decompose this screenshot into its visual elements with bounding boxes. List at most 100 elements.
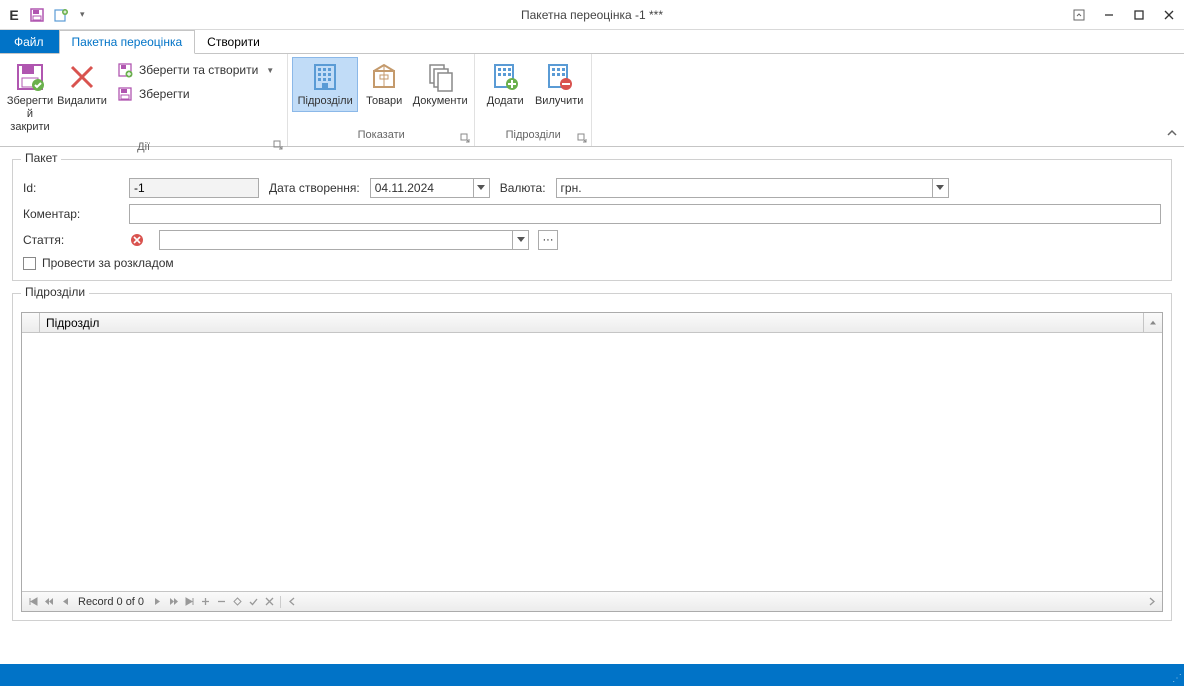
app-icon: E: [6, 7, 22, 23]
window-controls: [1064, 0, 1184, 30]
grid-scroll-header: [1144, 313, 1162, 332]
ribbon-collapse-button[interactable]: [1166, 127, 1178, 142]
qa-save-icon[interactable]: [28, 6, 46, 24]
ribbon-group-units: Додати Вилучити Підрозділи: [475, 54, 592, 146]
delete-label: Видалити: [57, 95, 107, 108]
packet-fieldset: Пакет Id: Дата створення: 04.11.2024 Вал…: [12, 159, 1172, 281]
units-legend: Підрозділи: [21, 285, 89, 299]
grid-header: Підрозділ: [22, 313, 1162, 333]
goods-button[interactable]: Товари: [358, 57, 410, 112]
nav-last-button[interactable]: [182, 595, 196, 609]
add-unit-label: Додати: [487, 95, 524, 108]
id-field[interactable]: [129, 178, 259, 198]
ribbon-group-actions: Зберегти й закрити Видалити Зберегти та …: [0, 54, 288, 146]
goods-label: Товари: [366, 95, 402, 108]
ribbon-tabs: Файл Пакетна переоцінка Створити: [0, 30, 1184, 54]
nav-prev-page-button[interactable]: [42, 595, 56, 609]
tab-file[interactable]: Файл: [0, 30, 59, 53]
units-label: Підрозділи: [298, 95, 353, 108]
status-bar: ⋰: [0, 664, 1184, 686]
currency-field[interactable]: грн.: [556, 178, 949, 198]
save-create-button[interactable]: Зберегти та створити ▼: [110, 59, 281, 81]
units-grid: Підрозділ Record 0 of 0: [21, 312, 1163, 612]
tab-create[interactable]: Створити: [195, 30, 273, 53]
nav-add-button[interactable]: [198, 595, 212, 609]
building-icon: [309, 61, 341, 93]
record-indicator: Record 0 of 0: [78, 596, 144, 608]
clear-article-icon[interactable]: [129, 232, 145, 248]
save-create-icon: [117, 62, 133, 78]
group-units-label: Підрозділи: [475, 129, 591, 146]
content-area: Пакет Id: Дата створення: 04.11.2024 Вал…: [0, 147, 1184, 625]
nav-next-page-button[interactable]: [166, 595, 180, 609]
documents-label: Документи: [413, 95, 468, 108]
remove-unit-button[interactable]: Вилучити: [531, 57, 587, 112]
save-label: Зберегти: [139, 87, 190, 101]
titlebar: E ▾ Пакетна переоцінка -1 ***: [0, 0, 1184, 30]
date-value: 04.11.2024: [371, 181, 473, 195]
minimize-button[interactable]: [1094, 0, 1124, 30]
tab-batch-revaluation[interactable]: Пакетна переоцінка: [59, 30, 196, 54]
schedule-checkbox[interactable]: [23, 257, 36, 270]
article-label: Стаття:: [23, 233, 119, 247]
documents-button[interactable]: Документи: [410, 57, 470, 112]
window-title: Пакетна переоцінка -1 ***: [521, 8, 663, 22]
group-units-launcher[interactable]: [576, 133, 588, 145]
article-dropdown-arrow[interactable]: [512, 231, 528, 249]
resize-grip-icon[interactable]: ⋰: [1172, 673, 1182, 684]
nav-next-button[interactable]: [150, 595, 164, 609]
comment-field[interactable]: [129, 204, 1161, 224]
close-button[interactable]: [1154, 0, 1184, 30]
group-actions-launcher[interactable]: [272, 140, 284, 152]
add-unit-button[interactable]: Додати: [479, 57, 531, 112]
date-created-field[interactable]: 04.11.2024: [370, 178, 490, 198]
currency-value: грн.: [557, 181, 932, 195]
article-field[interactable]: [159, 230, 529, 250]
save-close-button[interactable]: Зберегти й закрити: [4, 57, 56, 138]
save-close-icon: [14, 61, 46, 93]
save-create-label: Зберегти та створити: [139, 63, 258, 77]
date-dropdown-arrow[interactable]: [473, 179, 489, 197]
quick-access-toolbar: E ▾: [0, 6, 89, 24]
documents-icon: [424, 61, 456, 93]
group-show-label: Показати: [288, 129, 474, 146]
currency-dropdown-arrow[interactable]: [932, 179, 948, 197]
nav-cancel-button[interactable]: [262, 595, 276, 609]
grid-row-selector-header[interactable]: [22, 313, 40, 332]
save-icon: [117, 86, 133, 102]
comment-label: Коментар:: [23, 207, 119, 221]
dropdown-caret-icon: ▼: [266, 66, 274, 75]
qa-customize-dropdown[interactable]: ▾: [76, 9, 89, 20]
article-browse-button[interactable]: ···: [538, 230, 558, 250]
ribbon: Зберегти й закрити Видалити Зберегти та …: [0, 54, 1184, 147]
nav-commit-button[interactable]: [246, 595, 260, 609]
nav-prev-button[interactable]: [58, 595, 72, 609]
delete-button[interactable]: Видалити: [56, 57, 108, 112]
ribbon-options-button[interactable]: [1064, 0, 1094, 30]
save-close-label: Зберегти й закрити: [7, 95, 53, 134]
group-show-launcher[interactable]: [459, 133, 471, 145]
ribbon-group-show: Підрозділи Товари Документи Показати: [288, 54, 475, 146]
maximize-button[interactable]: [1124, 0, 1154, 30]
save-button[interactable]: Зберегти: [110, 83, 281, 105]
nav-edit-button[interactable]: [230, 595, 244, 609]
grid-body[interactable]: [22, 333, 1162, 591]
packet-legend: Пакет: [21, 151, 61, 165]
qa-save-new-icon[interactable]: [52, 6, 70, 24]
nav-scroll-right-button[interactable]: [1144, 595, 1158, 609]
date-label: Дата створення:: [269, 181, 360, 195]
units-fieldset: Підрозділи Підрозділ Record 0 of 0: [12, 293, 1172, 621]
nav-remove-button[interactable]: [214, 595, 228, 609]
building-add-icon: [489, 61, 521, 93]
grid-col-unit[interactable]: Підрозділ: [40, 313, 1144, 332]
nav-first-button[interactable]: [26, 595, 40, 609]
schedule-label: Провести за розкладом: [42, 256, 174, 270]
box-icon: [368, 61, 400, 93]
nav-scroll-left-button[interactable]: [285, 595, 299, 609]
currency-label: Валюта:: [500, 181, 546, 195]
units-button[interactable]: Підрозділи: [292, 57, 358, 112]
remove-unit-label: Вилучити: [535, 95, 583, 108]
delete-icon: [66, 61, 98, 93]
id-label: Id:: [23, 181, 119, 195]
grid-navigator: Record 0 of 0: [22, 591, 1162, 611]
